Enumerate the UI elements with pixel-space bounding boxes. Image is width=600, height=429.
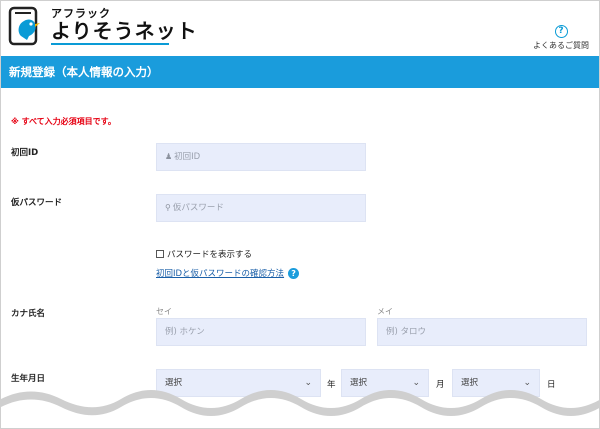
birthdate-label: 生年月日	[11, 374, 46, 384]
show-password-toggle[interactable]: パスワードを表示する	[156, 248, 252, 260]
faq-link[interactable]: ? よくあるご質問	[533, 25, 589, 51]
chevron-down-icon: ⌄	[412, 378, 420, 388]
initial-id-input[interactable]: ♟ 初回ID	[156, 143, 366, 171]
temp-password-label: 仮パスワード	[11, 198, 63, 208]
faq-label: よくあるご質問	[533, 41, 589, 50]
birth-day-select[interactable]: 選択 ⌄	[452, 369, 540, 397]
mei-placeholder: 例) タロウ	[386, 327, 427, 337]
help-icon[interactable]: ?	[288, 267, 300, 279]
birth-month-select[interactable]: 選択 ⌄	[341, 369, 429, 397]
person-icon: ♟	[165, 152, 173, 161]
required-notice: ※ すべて入力必須項目です。	[11, 117, 116, 126]
mei-input[interactable]: 例) タロウ	[377, 318, 587, 346]
header: アフラック よりそうネット ? よくあるご質問	[1, 1, 599, 56]
page-title: 新規登録（本人情報の入力）	[1, 56, 599, 88]
day-unit: 日	[547, 380, 556, 390]
birth-month-value: 選択	[350, 378, 368, 388]
logo-underline	[51, 43, 169, 45]
initial-id-placeholder: 初回ID	[174, 152, 201, 162]
birth-day-value: 選択	[461, 378, 479, 388]
confirm-method-link[interactable]: 初回IDと仮パスワードの確認方法	[156, 267, 284, 279]
sei-placeholder: 例) ホケン	[165, 327, 205, 337]
birth-year-value: 選択	[165, 378, 183, 388]
kana-name-label: カナ氏名	[11, 309, 46, 319]
chevron-down-icon: ⌄	[304, 378, 312, 388]
sei-input[interactable]: 例) ホケン	[156, 318, 366, 346]
mei-label: メイ	[377, 307, 393, 316]
temp-password-input[interactable]: ⚲ 仮パスワード	[156, 194, 366, 222]
initial-id-label: 初回ID	[11, 148, 39, 158]
key-icon: ⚲	[165, 203, 171, 212]
year-unit: 年	[327, 380, 336, 390]
sei-label: セイ	[156, 307, 172, 316]
show-password-checkbox[interactable]	[156, 250, 164, 258]
month-unit: 月	[436, 380, 445, 390]
logo[interactable]: アフラック よりそうネット	[7, 6, 198, 46]
page-frame: アフラック よりそうネット ? よくあるご質問 新規登録（本人情報の入力） ※ …	[0, 0, 600, 429]
confirm-method-row: 初回IDと仮パスワードの確認方法 ?	[156, 267, 300, 279]
chevron-down-icon: ⌄	[523, 378, 531, 388]
show-password-label: パスワードを表示する	[167, 250, 253, 260]
birth-year-select[interactable]: 選択 ⌄	[156, 369, 321, 397]
question-circle-icon: ?	[554, 25, 568, 38]
logo-icon	[7, 6, 45, 46]
temp-password-placeholder: 仮パスワード	[172, 203, 224, 213]
logo-title: よりそうネット	[51, 19, 198, 43]
